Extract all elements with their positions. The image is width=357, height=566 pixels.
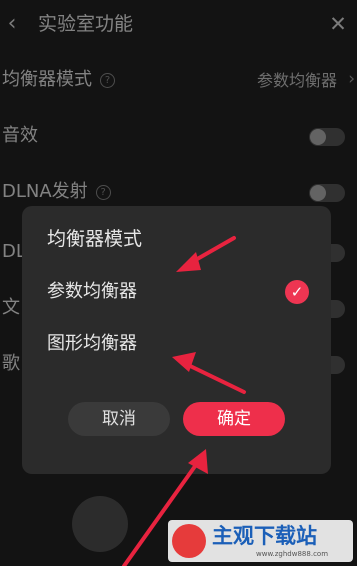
watermark-logo-icon (172, 524, 206, 558)
equalizer-mode-dialog: 均衡器模式 参数均衡器 ✓ 图形均衡器 取消 确定 (22, 206, 331, 474)
option-label: 图形均衡器 (47, 333, 137, 354)
checkmark-icon: ✓ (285, 280, 309, 304)
watermark-text: 主观下载站 (212, 524, 317, 548)
dialog-title: 均衡器模式 (47, 228, 143, 250)
option-label: 参数均衡器 (47, 281, 137, 302)
watermark: 主观下载站 www.zghdw888.com (168, 520, 353, 562)
cancel-button[interactable]: 取消 (68, 402, 170, 436)
confirm-button[interactable]: 确定 (183, 402, 285, 436)
watermark-url: www.zghdw888.com (256, 550, 329, 558)
watermark-logo-faint (72, 496, 128, 552)
option-graphic-equalizer[interactable]: 图形均衡器 (22, 324, 331, 364)
option-parametric-equalizer[interactable]: 参数均衡器 ✓ (22, 272, 331, 312)
